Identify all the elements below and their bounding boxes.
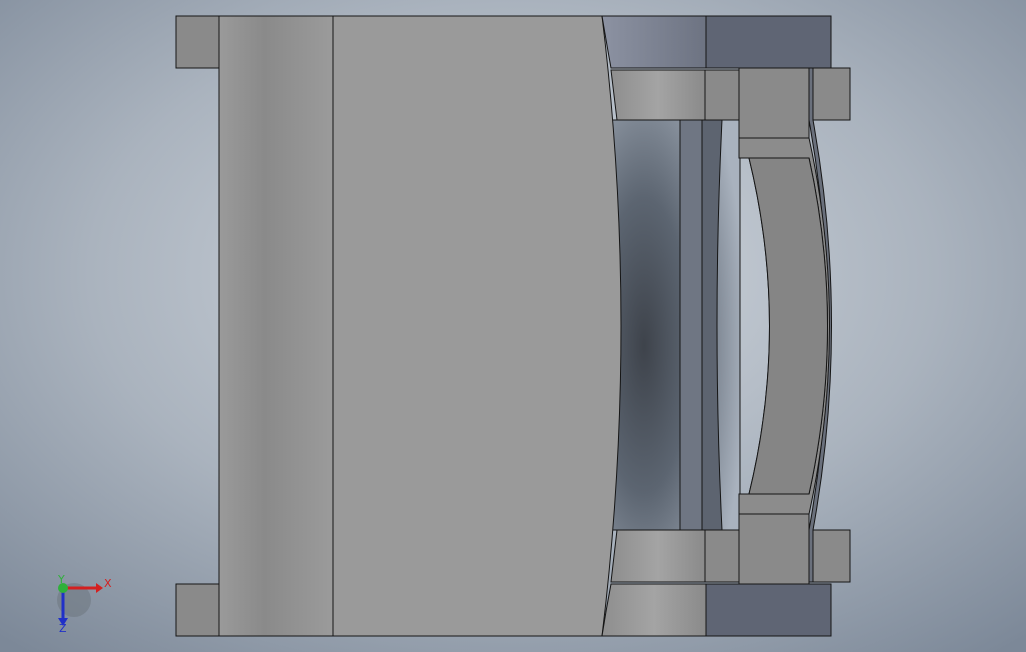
triad-x-label: X — [104, 577, 112, 590]
left-top-tab[interactable] — [175, 15, 221, 69]
right-bottom-tab[interactable] — [812, 529, 851, 583]
upper-ring-left[interactable] — [610, 69, 706, 121]
clamp-bottom-block[interactable] — [738, 513, 810, 585]
bottom-flange-right[interactable] — [705, 583, 832, 637]
inner-rod-1[interactable] — [679, 119, 703, 531]
triad-y-label: Y — [57, 573, 65, 586]
clamp-top-block[interactable] — [738, 67, 810, 139]
cad-viewport[interactable]: X Y Z — [0, 0, 1026, 652]
upper-ring-mid[interactable] — [704, 69, 740, 121]
top-flange-right[interactable] — [705, 15, 832, 69]
triad-z-label: Z — [59, 622, 67, 635]
model-canvas[interactable]: X Y Z — [0, 0, 1026, 652]
lens-cavity — [611, 119, 741, 531]
lower-ring-mid[interactable] — [704, 529, 740, 583]
barrel-left-band[interactable] — [218, 15, 334, 637]
bottom-flange-left[interactable] — [601, 583, 707, 637]
left-bottom-tab[interactable] — [175, 583, 221, 637]
barrel-main-face[interactable] — [332, 15, 622, 637]
top-flange-left[interactable] — [601, 15, 707, 69]
lower-ring-left[interactable] — [610, 529, 706, 583]
right-top-tab[interactable] — [812, 67, 851, 121]
